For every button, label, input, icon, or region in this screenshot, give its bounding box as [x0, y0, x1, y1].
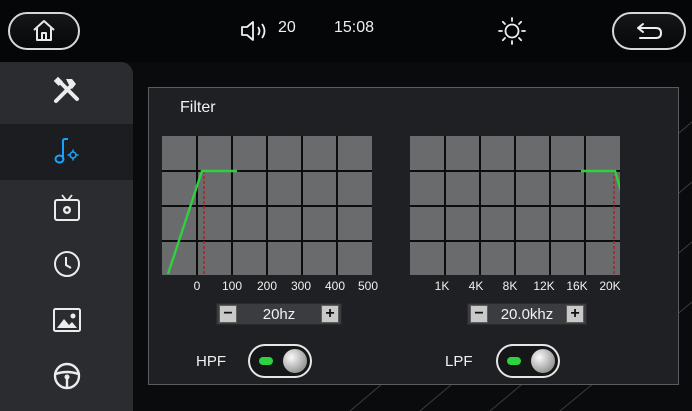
sidebar-item-audio[interactable]	[0, 124, 133, 180]
audio-settings-icon	[54, 138, 78, 164]
speaker-icon	[241, 21, 266, 41]
toggle-on-indicator	[507, 357, 521, 365]
toggle-knob	[531, 349, 555, 373]
image-icon	[52, 308, 81, 332]
hpf-tick: 100	[221, 279, 243, 293]
panel-title: Filter	[180, 99, 216, 116]
lpf-increase-button[interactable]: +	[566, 305, 584, 323]
hpf-tick: 500	[357, 279, 379, 293]
home-icon	[33, 20, 55, 41]
lpf-tick: 12K	[533, 279, 555, 293]
tools-icon	[53, 76, 79, 103]
hpf-tick: 300	[290, 279, 312, 293]
hpf-tick: 0	[193, 279, 201, 293]
lpf-tick: 1K	[434, 279, 450, 293]
toggle-knob	[283, 349, 307, 373]
toggle-on-indicator	[259, 357, 273, 365]
hpf-decrease-button[interactable]: −	[219, 305, 237, 323]
hpf-toggle[interactable]	[248, 344, 312, 378]
back-icon	[637, 23, 662, 39]
top-bar: 20 15:08	[0, 0, 692, 62]
lpf-toggle[interactable]	[496, 344, 560, 378]
home-button[interactable]	[8, 12, 80, 50]
hpf-increase-button[interactable]: +	[321, 305, 339, 323]
hpf-curve	[166, 169, 237, 275]
sidebar	[0, 62, 133, 411]
lpf-value: 20.0khz	[500, 305, 554, 323]
sidebar-item-tools[interactable]	[0, 62, 133, 118]
sidebar-item-tv[interactable]	[0, 180, 133, 236]
back-button[interactable]	[612, 12, 686, 50]
hpf-stepper: − 20hz +	[216, 303, 342, 325]
lpf-tick: 16K	[566, 279, 588, 293]
brightness-icon[interactable]	[497, 16, 527, 46]
lpf-tick: 8K	[502, 279, 518, 293]
sidebar-item-clock[interactable]	[0, 236, 133, 292]
hpf-tick: 200	[256, 279, 278, 293]
tv-settings-icon	[53, 194, 80, 221]
steering-wheel-icon	[53, 362, 80, 390]
lpf-stepper: − 20.0khz +	[467, 303, 587, 325]
clock-time: 15:08	[334, 19, 375, 36]
hpf-graph	[162, 136, 372, 275]
filter-panel: Filter 0 100 200 300 400 500 − 20hz + HP…	[148, 87, 679, 385]
lpf-tick: 20K	[599, 279, 621, 293]
sidebar-item-image[interactable]	[0, 292, 133, 348]
sidebar-item-steering[interactable]	[0, 348, 133, 404]
hpf-label: HPF	[196, 353, 226, 370]
hpf-tick: 400	[324, 279, 346, 293]
lpf-tick: 4K	[468, 279, 484, 293]
volume-level: 20	[278, 19, 296, 36]
clock-icon	[53, 251, 80, 277]
lpf-decrease-button[interactable]: −	[470, 305, 488, 323]
hpf-value: 20hz	[262, 305, 296, 323]
lpf-label: LPF	[445, 353, 473, 370]
lpf-graph	[410, 136, 620, 275]
